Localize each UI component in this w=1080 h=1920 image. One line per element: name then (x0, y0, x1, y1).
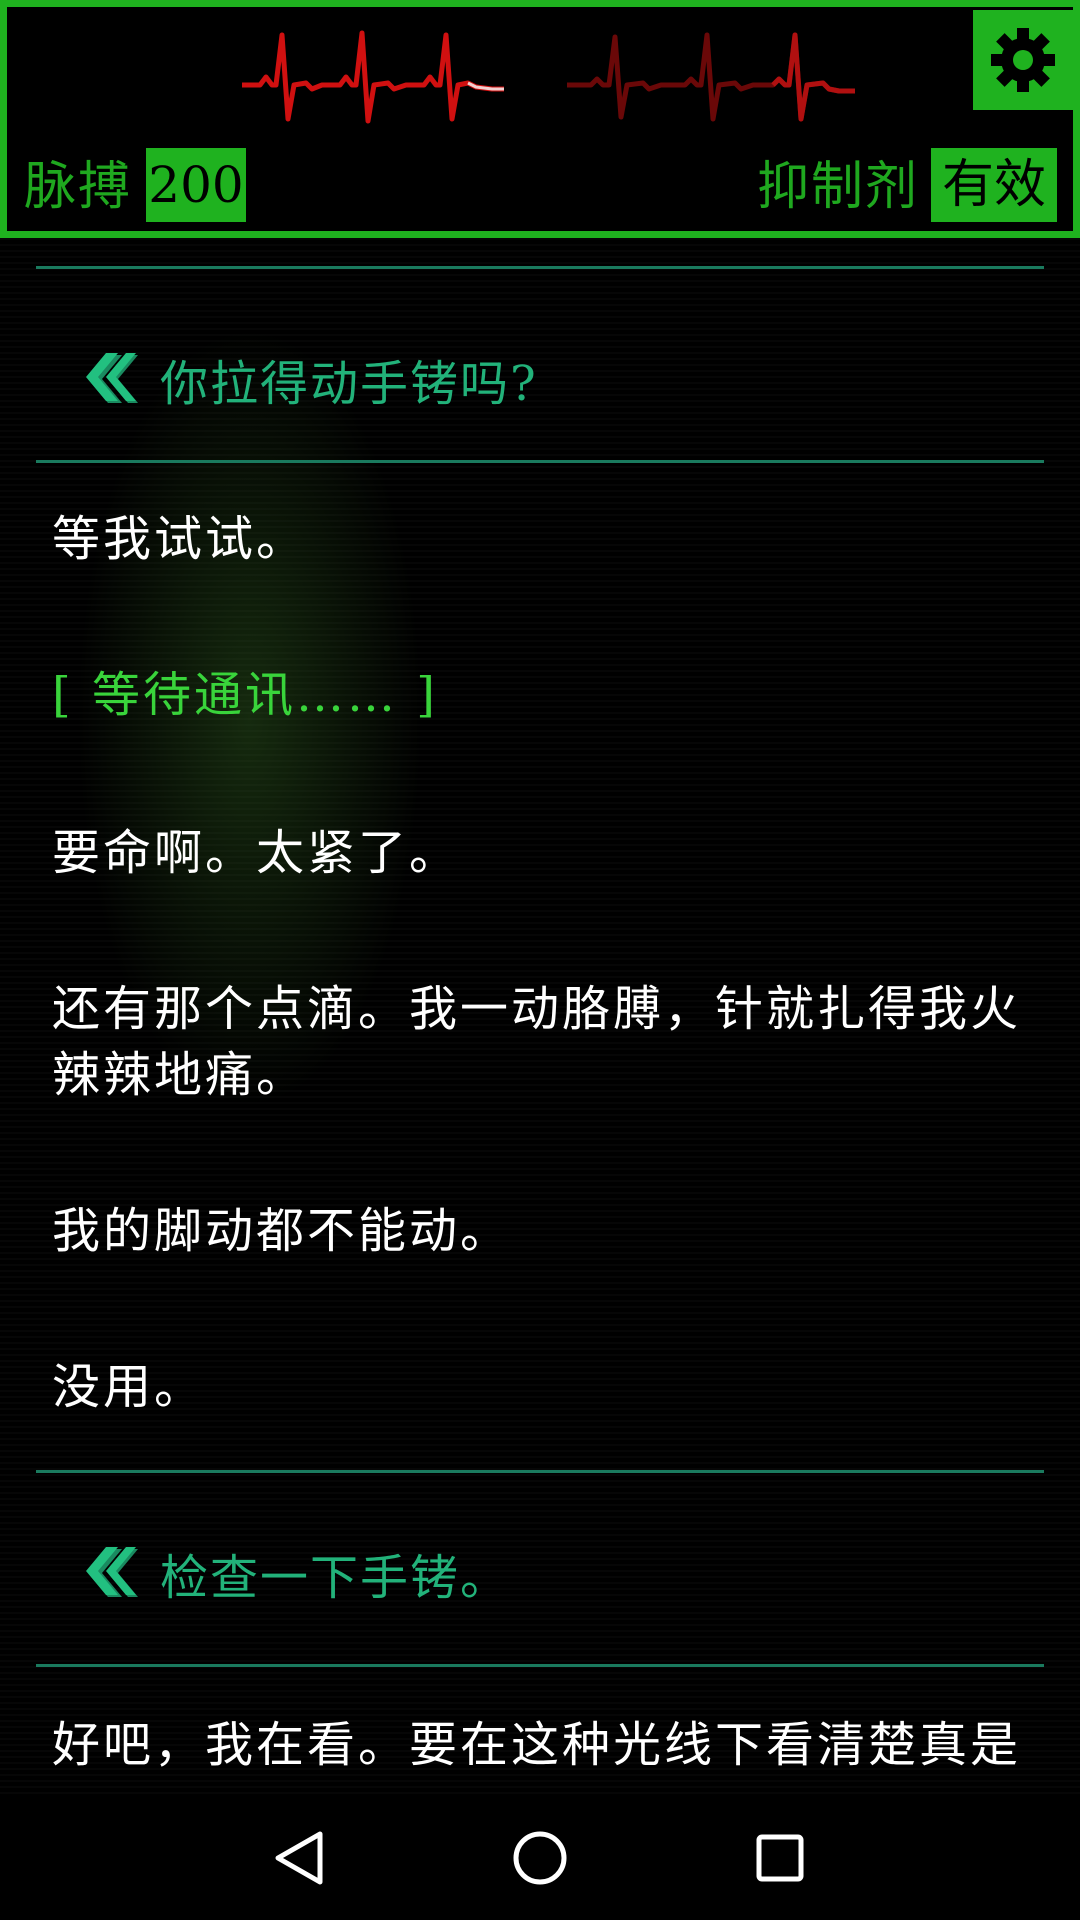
back-triangle-icon[interactable] (268, 1826, 332, 1890)
inhibitor-status: 有效 (931, 148, 1057, 222)
message-line: 好吧，我在看。要在这种光线下看清楚真是 (52, 1717, 1022, 1773)
ecg-trail-icon (567, 32, 855, 122)
player-choice: 检查一下手铐。 (36, 1528, 1044, 1618)
divider (36, 460, 1044, 463)
choice-text: 你拉得动手铐吗? (160, 356, 538, 412)
recents-square-icon[interactable] (748, 1826, 812, 1890)
gear-icon (991, 28, 1055, 92)
choice-text: 检查一下手铐。 (160, 1550, 511, 1606)
waiting-status: [ 等待通讯…… ] (52, 667, 438, 723)
divider (36, 1664, 1044, 1667)
navigation-bar (0, 1798, 1080, 1920)
message-line: 还有那个点滴。我一动胳膊，针就扎得我火 (52, 981, 1022, 1037)
message-line: 要命啊。太紧了。 (52, 825, 461, 881)
double-chevron-left-icon (86, 1547, 138, 1597)
conversation-log[interactable]: 你拉得动手铐吗? 等我试试。 [ 等待通讯…… ] 要命啊。太紧了。 还有那个点… (0, 238, 1080, 1798)
message-line: 等我试试。 (52, 511, 308, 567)
message-line: 辣辣地痛。 (52, 1047, 308, 1103)
divider (36, 1470, 1044, 1473)
message-line: 我的脚动都不能动。 (52, 1203, 512, 1259)
ecg-heartbeat-icon (242, 30, 504, 124)
status-panel: 脉搏 200 抑制剂 有效 (0, 0, 1080, 238)
double-chevron-left-icon (86, 353, 138, 403)
pulse-value: 200 (146, 148, 246, 222)
settings-button[interactable] (973, 10, 1073, 110)
divider (36, 266, 1044, 269)
home-circle-icon[interactable] (508, 1826, 572, 1890)
message-line: 没用。 (52, 1359, 206, 1415)
player-choice: 你拉得动手铐吗? (36, 334, 1044, 424)
pulse-label: 脉搏 (24, 157, 133, 217)
inhibitor-label: 抑制剂 (757, 157, 920, 217)
